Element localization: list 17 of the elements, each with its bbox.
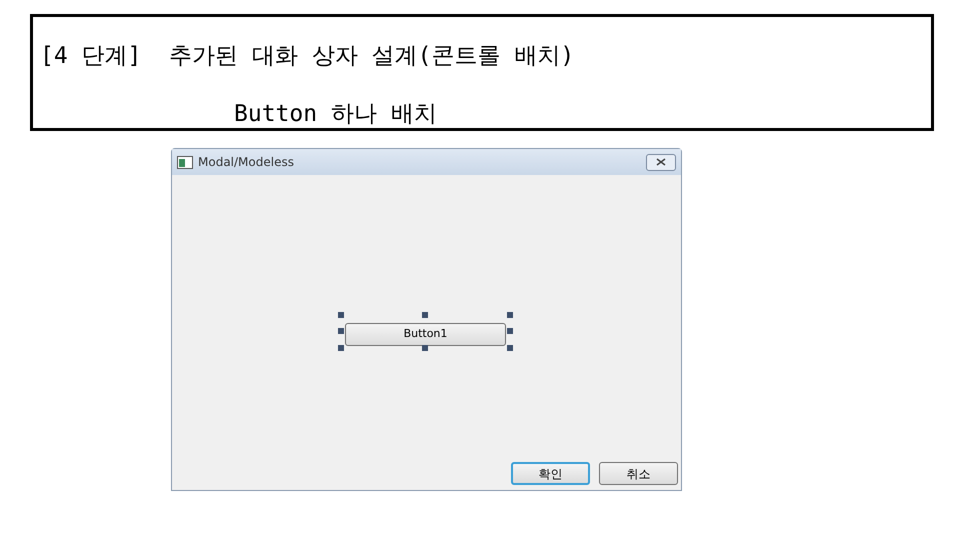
dialog-button[interactable]: 확인 [511,462,590,485]
resize-handle[interactable] [507,312,513,318]
slide-subtitle: Button 하나 배치 [234,100,438,129]
window-icon [177,156,193,168]
resize-handle[interactable] [507,328,513,334]
button1[interactable]: Button1 [345,322,506,346]
dialog-button[interactable]: 취소 [599,462,678,485]
close-icon [656,158,666,166]
resize-handle[interactable] [338,328,344,334]
resize-handle[interactable] [422,345,428,351]
resize-handle[interactable] [338,345,344,351]
window-title: Modal/Modeless [198,154,294,171]
resize-handle[interactable] [422,312,428,318]
resize-handle[interactable] [338,312,344,318]
slide-title: [4 단계] 추가된 대화 상자 설계(콘트롤 배치) [40,42,576,71]
resize-handle[interactable] [507,345,513,351]
close-button[interactable] [646,154,676,170]
